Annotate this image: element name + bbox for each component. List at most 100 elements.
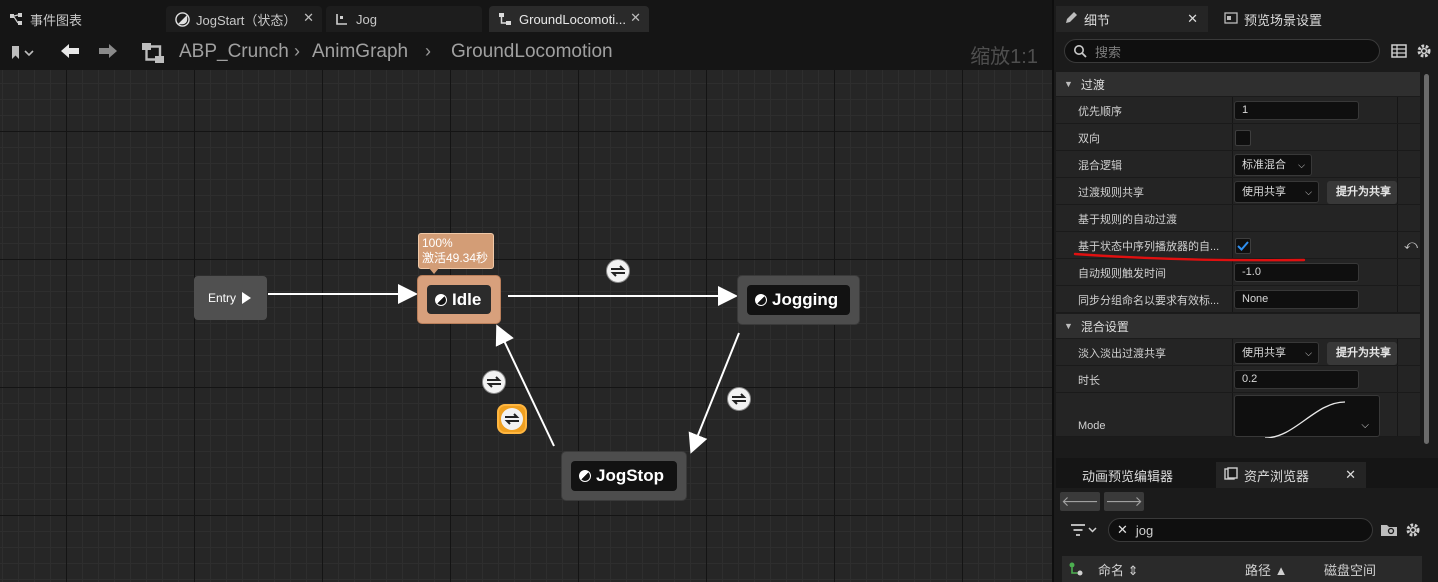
entry-node[interactable]: Entry <box>194 276 267 320</box>
sync-group-field[interactable]: None <box>1234 290 1359 309</box>
property-name: 过渡规则共享 <box>1078 187 1144 199</box>
entry-label: Entry <box>208 291 237 305</box>
breadcrumb-item[interactable]: GroundLocomotion <box>451 41 613 63</box>
history-forward-button[interactable]: 🡒 <box>1104 492 1144 511</box>
forward-arrow-icon[interactable] <box>96 41 120 64</box>
tab-anim-preview-editor[interactable]: 动画预览编辑器 <box>1074 462 1214 488</box>
property-row-blend-logic: 混合逻辑 标准混合 ⌵ <box>1056 151 1420 178</box>
source-control-icon[interactable] <box>1068 561 1084 580</box>
tab-details[interactable]: 细节 ✕ <box>1056 6 1208 32</box>
property-row-sync-group-name: 同步分组命名以要求有效标... None <box>1056 286 1420 313</box>
tab-jog[interactable]: Jog <box>326 6 482 32</box>
details-scrollbar[interactable] <box>1424 74 1429 444</box>
chevron-down-icon: ⌵ <box>1298 160 1305 170</box>
search-icon <box>1074 45 1087 58</box>
asset-search-input[interactable]: ✕ jog <box>1108 518 1373 542</box>
property-name: 优先顺序 <box>1078 106 1122 118</box>
state-node-body: Idle <box>427 285 491 314</box>
state-machine-graph[interactable]: Entry 100% 激活49.34秒 Idle Jogging JogStop <box>0 70 1052 582</box>
asset-browser-icon <box>1224 466 1238 484</box>
state-label: JogStop <box>596 466 664 485</box>
zoom-level: 缩放1:1 <box>970 46 1038 68</box>
transition-rule-icon[interactable] <box>482 370 506 394</box>
table-view-icon[interactable] <box>1391 43 1407 62</box>
chevron-down-icon: ⌵ <box>1305 187 1312 197</box>
property-row-bidirectional: 双向 <box>1056 124 1420 151</box>
folder-search-icon[interactable] <box>1380 522 1398 541</box>
state-label: Jogging <box>772 290 839 309</box>
asset-table-header: 命名 ⇕ 路径 ▲ 磁盘空间 <box>1062 556 1422 582</box>
state-icon <box>755 294 767 306</box>
property-name: 基于规则的自动过渡 <box>1078 214 1177 226</box>
duration-field[interactable]: 0.2 <box>1234 370 1359 389</box>
state-icon <box>579 470 591 482</box>
chevron-down-icon: ⌵ <box>1361 420 1369 431</box>
transition-rule-icon[interactable] <box>727 387 751 411</box>
breadcrumb-item[interactable]: AnimGraph <box>312 41 408 63</box>
collapse-caret-icon: ▼ <box>1064 79 1073 89</box>
state-node-jogstop[interactable]: JogStop <box>562 452 686 500</box>
rule-sharing-dropdown[interactable]: 使用共享 ⌵ <box>1234 181 1319 203</box>
tab-event-graph[interactable]: 事件图表 <box>0 6 160 32</box>
tab-preview-scene-settings[interactable]: 预览场景设置 <box>1216 6 1356 32</box>
section-title: 过渡 <box>1080 77 1105 92</box>
graph-toolbar: ABP_Crunch › AnimGraph › GroundLocomotio… <box>0 36 1052 70</box>
promote-to-shared-button[interactable]: 提升为共享 <box>1327 181 1397 204</box>
blend-curve-preview[interactable]: ⌵ <box>1234 395 1380 439</box>
bookmark-icon[interactable] <box>10 45 36 64</box>
tab-label: 动画预览编辑器 <box>1082 468 1174 484</box>
state-node-idle[interactable]: Idle <box>418 276 500 323</box>
chevron-down-icon: ⌵ <box>1305 348 1312 358</box>
tab-label: JogStart（状态） <box>196 12 297 28</box>
breadcrumb-item[interactable]: ABP_Crunch <box>179 41 289 63</box>
gear-icon[interactable] <box>1415 42 1433 63</box>
property-name: 双向 <box>1078 133 1100 145</box>
state-node-jogging[interactable]: Jogging <box>738 276 859 324</box>
column-header-disk-size[interactable]: 磁盘空间 <box>1324 560 1376 579</box>
state-machine-icon <box>497 11 513 27</box>
property-name: Mode <box>1078 420 1106 432</box>
back-arrow-icon[interactable] <box>58 41 82 64</box>
property-row-duration: 时长 0.2 <box>1056 366 1420 393</box>
bidirectional-checkbox[interactable] <box>1235 130 1251 146</box>
details-search-input[interactable]: 搜索 <box>1064 39 1380 63</box>
pencil-icon <box>1064 11 1078 28</box>
state-label: Idle <box>452 289 482 309</box>
section-header-transition[interactable]: ▼ 过渡 <box>1056 72 1420 96</box>
tab-asset-browser[interactable]: 资产浏览器 ✕ <box>1216 462 1366 488</box>
property-name: 淡入淡出过渡共享 <box>1078 348 1166 360</box>
selected-transition-rule-icon[interactable] <box>497 404 527 434</box>
close-icon[interactable]: ✕ <box>303 10 314 26</box>
search-value: jog <box>1135 522 1154 538</box>
blendspace-icon <box>334 11 350 27</box>
close-icon[interactable]: ✕ <box>1187 11 1198 27</box>
reset-to-default-icon[interactable]: ⤺ <box>1404 237 1418 253</box>
promote-to-shared-button[interactable]: 提升为共享 <box>1327 342 1397 365</box>
blend-logic-dropdown[interactable]: 标准混合 ⌵ <box>1234 154 1312 176</box>
crossfade-sharing-dropdown[interactable]: 使用共享 ⌵ <box>1234 342 1319 364</box>
property-name: 同步分组命名以要求有效标... <box>1078 295 1220 307</box>
clear-search-icon[interactable]: ✕ <box>1117 522 1128 538</box>
filter-icon[interactable] <box>1070 522 1098 541</box>
section-header-blend-settings[interactable]: ▼ 混合设置 <box>1056 314 1420 338</box>
priority-field[interactable]: 1 <box>1234 101 1359 120</box>
property-row-automatic-rule: 基于规则的自动过渡 <box>1056 205 1420 232</box>
column-header-path[interactable]: 路径 ▲ <box>1245 560 1288 579</box>
tab-groundlocomotion[interactable]: GroundLocomoti... ✕ <box>489 6 649 32</box>
gear-icon[interactable] <box>1404 521 1422 542</box>
history-back-button[interactable]: 🡐 <box>1060 492 1100 511</box>
output-pin-icon[interactable] <box>242 292 252 304</box>
close-icon[interactable]: ✕ <box>630 10 641 26</box>
section-title: 混合设置 <box>1080 319 1129 334</box>
dropdown-value: 标准混合 <box>1242 159 1286 171</box>
breadcrumb-separator: › <box>294 41 300 61</box>
tab-label: 细节 <box>1084 12 1111 28</box>
red-annotation-underline <box>1073 252 1306 262</box>
tab-jogstart-state[interactable]: JogStart（状态） ✕ <box>166 6 322 32</box>
transition-rule-icon[interactable] <box>606 259 630 283</box>
column-header-name[interactable]: 命名 ⇕ <box>1098 560 1139 579</box>
bubble-active-time: 激活49.34秒 <box>422 251 489 265</box>
tab-label: GroundLocomoti... <box>519 11 626 27</box>
close-icon[interactable]: ✕ <box>1345 467 1356 483</box>
dropdown-value: 使用共享 <box>1242 347 1286 359</box>
